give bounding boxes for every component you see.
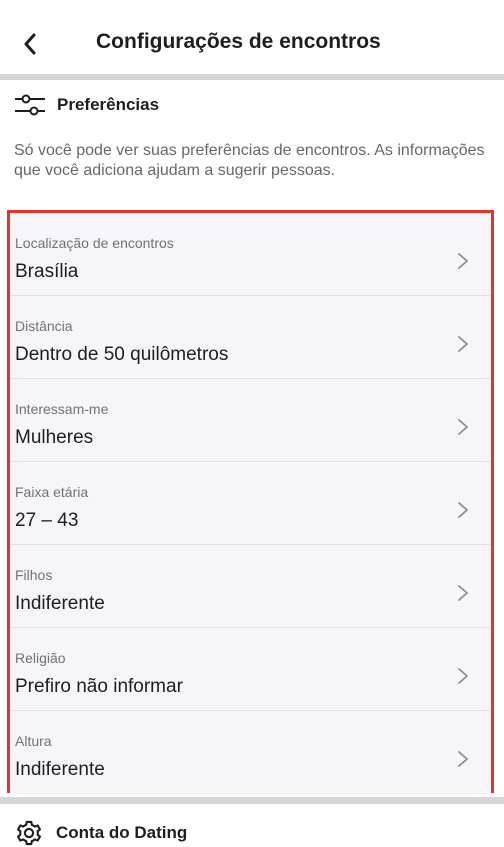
pref-label: Distância [15,318,73,334]
pref-row-height[interactable]: Altura Indiferente [10,711,491,794]
sliders-icon [14,92,48,118]
pref-label: Faixa etária [15,484,89,500]
chevron-right-icon [458,668,468,684]
preferences-title: Preferências [57,95,160,114]
gear-icon [14,818,44,847]
chevron-right-icon [458,502,468,518]
chevron-right-icon [458,585,468,601]
preferences-list: Localização de encontros Brasília Distân… [7,210,494,794]
pref-value: Indiferente [15,759,105,780]
dating-account-title: Conta do Dating [56,823,188,842]
chevron-right-icon [458,419,468,435]
pref-label: Localização de encontros [15,235,174,251]
app-header: Configurações de encontros [0,0,504,78]
pref-value: Dentro de 50 quilômetros [15,344,229,365]
chevron-right-icon [458,253,468,269]
preferences-header: Preferências [14,92,159,118]
pref-value: Indiferente [15,593,105,614]
section-divider [0,797,504,804]
pref-row-age-range[interactable]: Faixa etária 27 – 43 [10,462,491,545]
header-divider [0,74,504,80]
page-title: Configurações de encontros [96,30,381,53]
pref-value: Prefiro não informar [15,676,183,697]
pref-value: 27 – 43 [15,510,79,531]
pref-label: Interessam-me [15,401,109,417]
pref-row-interested-in[interactable]: Interessam-me Mulheres [10,379,491,462]
back-button[interactable] [14,28,46,60]
chevron-right-icon [458,751,468,767]
pref-value: Brasília [15,261,79,282]
chevron-left-icon [24,33,36,55]
preferences-description: Só você pode ver suas preferências de en… [14,142,485,179]
pref-row-religion[interactable]: Religião Prefiro não informar [10,628,491,711]
chevron-right-icon [458,336,468,352]
pref-row-children[interactable]: Filhos Indiferente [10,545,491,628]
pref-value: Mulheres [15,427,94,448]
pref-row-distance[interactable]: Distância Dentro de 50 quilômetros [10,296,491,379]
pref-label: Religião [15,650,66,666]
dating-account-row[interactable]: Conta do Dating [14,818,187,847]
pref-label: Filhos [15,567,53,583]
pref-row-location[interactable]: Localização de encontros Brasília [10,213,491,296]
pref-label: Altura [15,733,52,749]
